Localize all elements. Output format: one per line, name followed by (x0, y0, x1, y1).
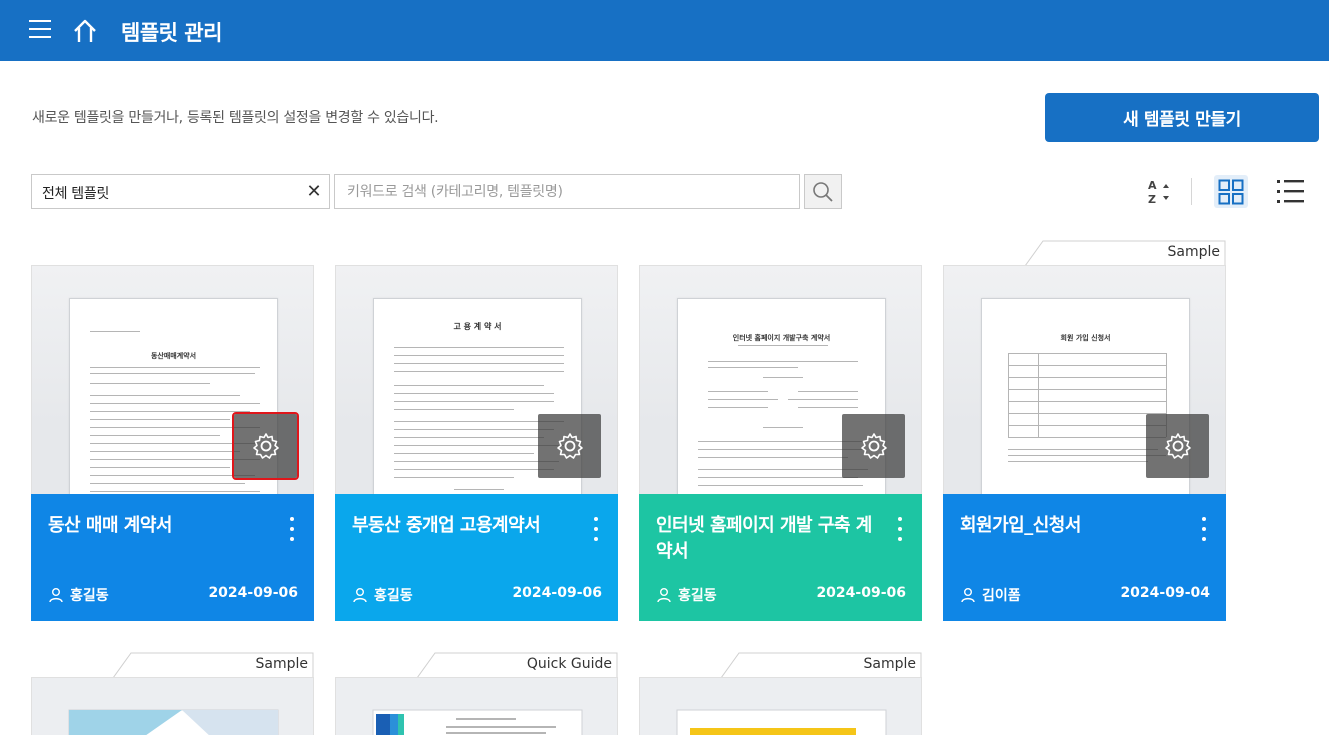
template-thumbnail[interactable]: 고 용 계 약 서 (335, 265, 618, 494)
template-author: 홍길동 (48, 585, 109, 605)
list-view-button[interactable] (1272, 175, 1308, 208)
author-name: 홍길동 (374, 588, 413, 604)
settings-gear-button[interactable] (538, 414, 601, 478)
close-icon[interactable]: ✕ (303, 180, 325, 202)
grid-view-icon (1218, 179, 1244, 204)
more-options-icon[interactable] (282, 516, 302, 542)
author-name: 홍길동 (70, 588, 109, 604)
template-thumbnail[interactable] (31, 677, 314, 735)
template-thumbnail[interactable]: 동산매매계약서 (31, 265, 314, 494)
search-button[interactable] (804, 174, 842, 209)
search-icon (813, 181, 833, 202)
settings-gear-button[interactable] (1146, 414, 1209, 478)
template-info: 인터넷 홈페이지 개발 구축 계약서 홍길동 2024-09-06 (639, 494, 922, 621)
gear-icon (556, 433, 583, 459)
quick-guide-badge: Quick Guide (417, 652, 618, 678)
template-card[interactable]: 인터넷 홈페이지 개발구축 계약서 인터넷 홈페이지 개발 구축 계약서 홍길동… (639, 265, 922, 621)
user-icon (353, 588, 367, 603)
more-options-icon[interactable] (1194, 516, 1214, 542)
template-author: 홍길동 (352, 585, 413, 605)
template-card[interactable]: 고 용 계 약 서 부동산 중개업 고용계약서 홍길동 2024-09-06 (335, 265, 618, 621)
template-date: 2024-09-06 (208, 585, 298, 601)
more-options-icon[interactable] (890, 516, 910, 542)
template-thumbnail[interactable]: 인터넷 홈페이지 개발구축 계약서 (639, 265, 922, 494)
sample-badge: Sample (721, 652, 922, 678)
gear-icon (252, 433, 279, 459)
template-thumbnail[interactable] (639, 677, 922, 735)
doc-title: 동산매매계약서 (150, 352, 197, 360)
svg-text:A: A (1148, 179, 1157, 192)
template-author: 김이폼 (960, 585, 1021, 605)
sample-badge: Sample (1025, 240, 1226, 266)
hamburger-menu-icon[interactable] (29, 20, 53, 42)
home-icon[interactable] (71, 17, 99, 45)
template-info: 회원가입_신청서 김이폼 2024-09-04 (943, 494, 1226, 621)
author-name: 김이폼 (982, 588, 1021, 604)
template-card[interactable]: 동산매매계약서 동산 매매 계약서 홍길동 2024-09-06 (31, 265, 314, 621)
template-thumbnail[interactable] (335, 677, 618, 735)
page-title: 템플릿 관리 (121, 21, 222, 45)
gear-icon (860, 433, 887, 459)
user-icon (657, 588, 671, 603)
template-thumbnail[interactable]: 회원 가입 신청서 (943, 265, 1226, 494)
template-card[interactable]: 회원 가입 신청서 회원가입_신청서 김이폼 2024-09-04 (943, 265, 1226, 621)
template-name: 부동산 중개업 고용계약서 (352, 515, 541, 536)
user-icon (961, 588, 975, 603)
template-date: 2024-09-06 (816, 585, 906, 601)
author-name: 홍길동 (678, 588, 717, 604)
template-card[interactable] (335, 677, 618, 735)
sort-az-icon[interactable]: A Z (1145, 176, 1175, 208)
category-filter-select[interactable]: 전체 템플릿 (31, 174, 330, 209)
sample-badge: Sample (113, 652, 314, 678)
top-header: 템플릿 관리 (0, 0, 1329, 61)
doc-title: 인터넷 홈페이지 개발구축 계약서 (732, 334, 831, 342)
doc-title: 회원 가입 신청서 (1060, 334, 1111, 342)
template-name: 회원가입_신청서 (960, 515, 1081, 536)
template-date: 2024-09-04 (1120, 585, 1210, 601)
settings-gear-button[interactable] (232, 412, 299, 480)
template-info: 동산 매매 계약서 홍길동 2024-09-06 (31, 494, 314, 621)
new-template-button[interactable]: 새 템플릿 만들기 (1045, 93, 1319, 142)
template-card[interactable] (31, 677, 314, 735)
template-card[interactable] (639, 677, 922, 735)
settings-gear-button[interactable] (842, 414, 905, 478)
template-date: 2024-09-06 (512, 585, 602, 601)
doc-title: 고 용 계 약 서 (453, 322, 502, 331)
template-info: 부동산 중개업 고용계약서 홍길동 2024-09-06 (335, 494, 618, 621)
template-author: 홍길동 (656, 585, 717, 605)
search-input[interactable] (334, 174, 800, 209)
svg-text:Z: Z (1148, 193, 1156, 206)
user-icon (49, 588, 63, 603)
template-name: 인터넷 홈페이지 개발 구축 계약서 (656, 515, 872, 562)
toolbar-divider (1191, 178, 1192, 205)
gear-icon (1164, 433, 1191, 459)
template-name: 동산 매매 계약서 (48, 515, 172, 536)
page-description: 새로운 템플릿을 만들거나, 등록된 템플릿의 설정을 변경할 수 있습니다. (32, 110, 439, 126)
list-view-icon (1277, 180, 1304, 203)
grid-view-button[interactable] (1214, 175, 1248, 208)
more-options-icon[interactable] (586, 516, 606, 542)
